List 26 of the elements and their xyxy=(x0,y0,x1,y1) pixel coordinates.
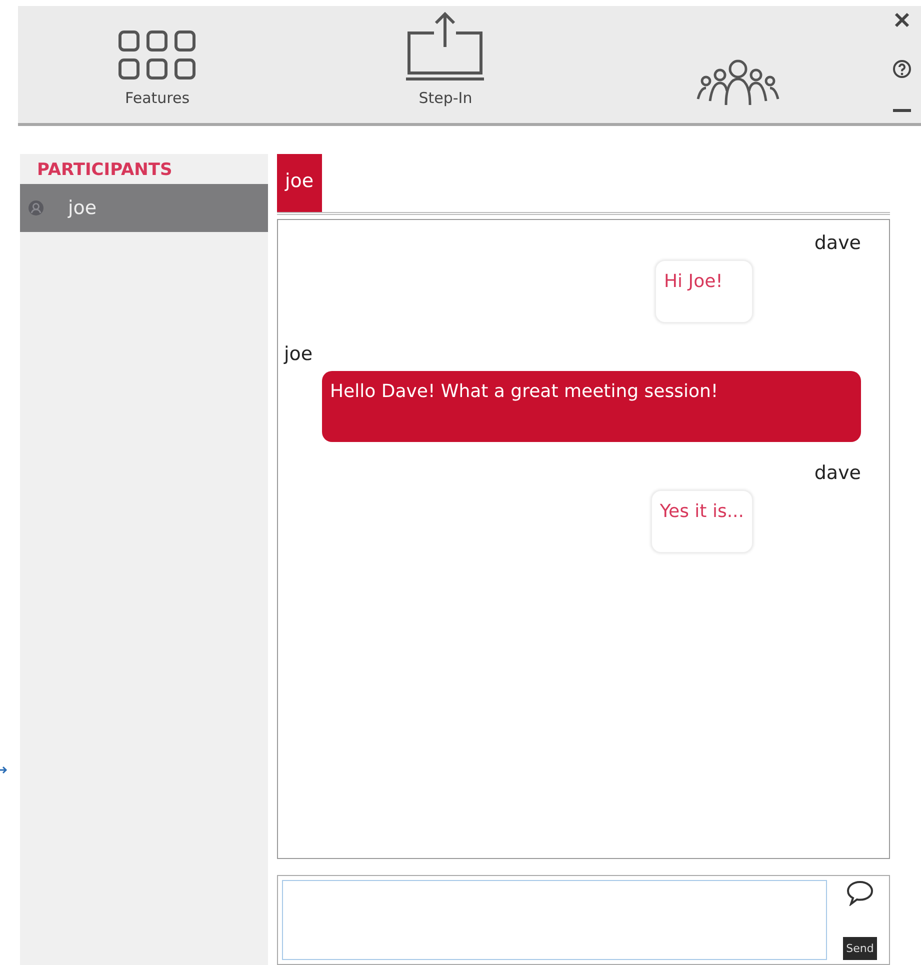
window-control-button[interactable] xyxy=(894,12,910,28)
help-icon xyxy=(892,58,912,78)
message-input[interactable] xyxy=(282,880,827,960)
message-bubble: Hello Dave! What a great meeting session! xyxy=(322,371,861,442)
toolbar-button[interactable]: Step-In xyxy=(296,6,594,123)
window-control-button[interactable] xyxy=(892,58,912,78)
grid-icon xyxy=(117,29,198,81)
chat-tab[interactable]: joe xyxy=(277,154,322,212)
minimize-icon xyxy=(892,109,911,113)
sender-name: dave xyxy=(814,232,861,254)
panel-title: PARTICIPANTS xyxy=(36,159,174,182)
sender-name: joe xyxy=(284,343,313,365)
close-icon xyxy=(894,12,910,28)
message-bubble: Hi Joe! xyxy=(655,260,753,323)
sender-name: dave xyxy=(814,462,861,484)
participant-item[interactable]: joe xyxy=(20,184,268,232)
message-bubble: Yes it is... xyxy=(650,490,753,553)
people-icon xyxy=(696,57,780,107)
arrow-icon xyxy=(0,765,8,775)
user-icon xyxy=(28,200,44,216)
toolbar-button[interactable]: Features xyxy=(18,6,297,123)
participant-name: joe xyxy=(68,197,97,219)
speech-bubble-icon xyxy=(846,880,874,906)
window-control-button[interactable] xyxy=(892,109,911,113)
send-button[interactable]: Send xyxy=(843,937,877,960)
upload-icon xyxy=(404,11,486,81)
